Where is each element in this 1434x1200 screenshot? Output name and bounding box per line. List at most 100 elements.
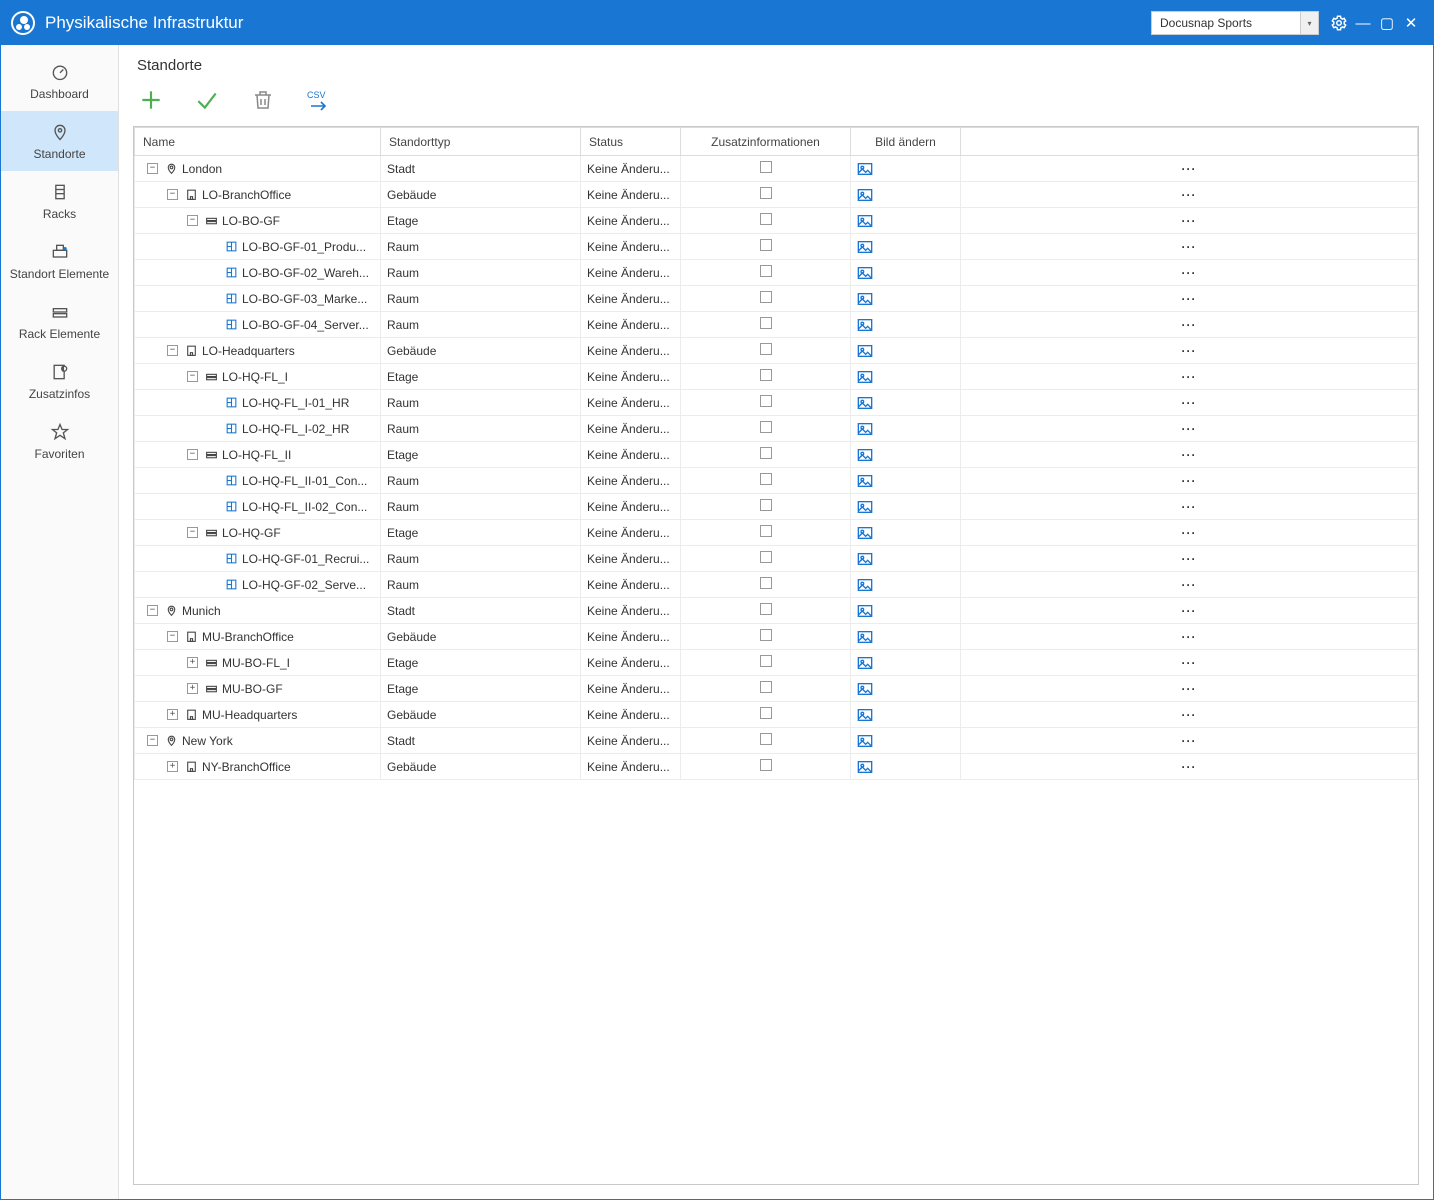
- table-row[interactable]: LO-BO-GF-03_Marke... Raum Keine Änderu..…: [135, 286, 1418, 312]
- zusatz-checkbox[interactable]: [760, 629, 772, 641]
- image-icon[interactable]: [857, 500, 954, 514]
- expand-toggle[interactable]: −: [187, 449, 198, 460]
- zusatz-checkbox[interactable]: [760, 499, 772, 511]
- zusatz-checkbox[interactable]: [760, 187, 772, 199]
- table-row[interactable]: LO-BO-GF-04_Server... Raum Keine Änderu.…: [135, 312, 1418, 338]
- zusatz-checkbox[interactable]: [760, 265, 772, 277]
- image-icon[interactable]: [857, 188, 954, 202]
- row-actions-button[interactable]: ···: [967, 266, 1411, 280]
- col-zusatz[interactable]: Zusatzinformationen: [681, 128, 851, 156]
- expand-toggle[interactable]: −: [147, 163, 158, 174]
- zusatz-checkbox[interactable]: [760, 655, 772, 667]
- tenant-combo[interactable]: Docusnap Sports: [1151, 11, 1301, 35]
- delete-button[interactable]: [249, 86, 277, 114]
- table-row[interactable]: −LO-HQ-FL_II Etage Keine Änderu... ···: [135, 442, 1418, 468]
- row-actions-button[interactable]: ···: [967, 500, 1411, 514]
- row-actions-button[interactable]: ···: [967, 396, 1411, 410]
- image-icon[interactable]: [857, 708, 954, 722]
- row-actions-button[interactable]: ···: [967, 162, 1411, 176]
- image-icon[interactable]: [857, 162, 954, 176]
- row-actions-button[interactable]: ···: [967, 604, 1411, 618]
- table-row[interactable]: −LO-BranchOffice Gebäude Keine Änderu...…: [135, 182, 1418, 208]
- table-row[interactable]: −New York Stadt Keine Änderu... ···: [135, 728, 1418, 754]
- table-row[interactable]: LO-BO-GF-02_Wareh... Raum Keine Änderu..…: [135, 260, 1418, 286]
- expand-toggle[interactable]: −: [187, 371, 198, 382]
- row-actions-button[interactable]: ···: [967, 552, 1411, 566]
- row-actions-button[interactable]: ···: [967, 682, 1411, 696]
- table-row[interactable]: +MU-BO-FL_I Etage Keine Änderu... ···: [135, 650, 1418, 676]
- zusatz-checkbox[interactable]: [760, 551, 772, 563]
- image-icon[interactable]: [857, 474, 954, 488]
- row-actions-button[interactable]: ···: [967, 344, 1411, 358]
- image-icon[interactable]: [857, 656, 954, 670]
- image-icon[interactable]: [857, 370, 954, 384]
- table-row[interactable]: LO-HQ-GF-02_Serve... Raum Keine Änderu..…: [135, 572, 1418, 598]
- image-icon[interactable]: [857, 760, 954, 774]
- table-row[interactable]: +MU-BO-GF Etage Keine Änderu... ···: [135, 676, 1418, 702]
- image-icon[interactable]: [857, 318, 954, 332]
- image-icon[interactable]: [857, 526, 954, 540]
- table-row[interactable]: −LO-HQ-FL_I Etage Keine Änderu... ···: [135, 364, 1418, 390]
- expand-toggle[interactable]: +: [187, 683, 198, 694]
- table-row[interactable]: +NY-BranchOffice Gebäude Keine Änderu...…: [135, 754, 1418, 780]
- sidebar-item-dashboard[interactable]: Dashboard: [1, 51, 118, 111]
- expand-toggle[interactable]: −: [187, 215, 198, 226]
- image-icon[interactable]: [857, 604, 954, 618]
- zusatz-checkbox[interactable]: [760, 603, 772, 615]
- image-icon[interactable]: [857, 630, 954, 644]
- zusatz-checkbox[interactable]: [760, 421, 772, 433]
- table-row[interactable]: LO-HQ-GF-01_Recrui... Raum Keine Änderu.…: [135, 546, 1418, 572]
- row-actions-button[interactable]: ···: [967, 708, 1411, 722]
- image-icon[interactable]: [857, 396, 954, 410]
- row-actions-button[interactable]: ···: [967, 240, 1411, 254]
- row-actions-button[interactable]: ···: [967, 214, 1411, 228]
- image-icon[interactable]: [857, 292, 954, 306]
- image-icon[interactable]: [857, 578, 954, 592]
- zusatz-checkbox[interactable]: [760, 681, 772, 693]
- zusatz-checkbox[interactable]: [760, 577, 772, 589]
- expand-toggle[interactable]: −: [167, 345, 178, 356]
- zusatz-checkbox[interactable]: [760, 395, 772, 407]
- table-row[interactable]: LO-HQ-FL_II-02_Con... Raum Keine Änderu.…: [135, 494, 1418, 520]
- image-icon[interactable]: [857, 422, 954, 436]
- sidebar-item-favoriten[interactable]: Favoriten: [1, 411, 118, 471]
- image-icon[interactable]: [857, 734, 954, 748]
- col-status[interactable]: Status: [581, 128, 681, 156]
- confirm-button[interactable]: [193, 86, 221, 114]
- table-row[interactable]: +MU-Headquarters Gebäude Keine Änderu...…: [135, 702, 1418, 728]
- row-actions-button[interactable]: ···: [967, 422, 1411, 436]
- zusatz-checkbox[interactable]: [760, 759, 772, 771]
- expand-toggle[interactable]: −: [167, 631, 178, 642]
- maximize-button[interactable]: ▢: [1375, 11, 1399, 35]
- image-icon[interactable]: [857, 448, 954, 462]
- row-actions-button[interactable]: ···: [967, 474, 1411, 488]
- row-actions-button[interactable]: ···: [967, 448, 1411, 462]
- table-row[interactable]: LO-BO-GF-01_Produ... Raum Keine Änderu..…: [135, 234, 1418, 260]
- sidebar-item-racks[interactable]: Racks: [1, 171, 118, 231]
- minimize-button[interactable]: —: [1351, 11, 1375, 35]
- locations-grid[interactable]: Name Standorttyp Status Zusatzinformatio…: [133, 126, 1419, 1185]
- row-actions-button[interactable]: ···: [967, 578, 1411, 592]
- row-actions-button[interactable]: ···: [967, 656, 1411, 670]
- zusatz-checkbox[interactable]: [760, 733, 772, 745]
- row-actions-button[interactable]: ···: [967, 370, 1411, 384]
- zusatz-checkbox[interactable]: [760, 291, 772, 303]
- table-row[interactable]: LO-HQ-FL_II-01_Con... Raum Keine Änderu.…: [135, 468, 1418, 494]
- zusatz-checkbox[interactable]: [760, 369, 772, 381]
- row-actions-button[interactable]: ···: [967, 292, 1411, 306]
- image-icon[interactable]: [857, 682, 954, 696]
- image-icon[interactable]: [857, 240, 954, 254]
- row-actions-button[interactable]: ···: [967, 630, 1411, 644]
- zusatz-checkbox[interactable]: [760, 239, 772, 251]
- csv-import-button[interactable]: CSV: [305, 86, 333, 114]
- tenant-combo-arrow[interactable]: ▾: [1301, 11, 1319, 35]
- image-icon[interactable]: [857, 552, 954, 566]
- table-row[interactable]: −LO-HQ-GF Etage Keine Änderu... ···: [135, 520, 1418, 546]
- row-actions-button[interactable]: ···: [967, 188, 1411, 202]
- table-row[interactable]: −LO-Headquarters Gebäude Keine Änderu...…: [135, 338, 1418, 364]
- zusatz-checkbox[interactable]: [760, 161, 772, 173]
- zusatz-checkbox[interactable]: [760, 213, 772, 225]
- expand-toggle[interactable]: −: [187, 527, 198, 538]
- zusatz-checkbox[interactable]: [760, 447, 772, 459]
- table-row[interactable]: −MU-BranchOffice Gebäude Keine Änderu...…: [135, 624, 1418, 650]
